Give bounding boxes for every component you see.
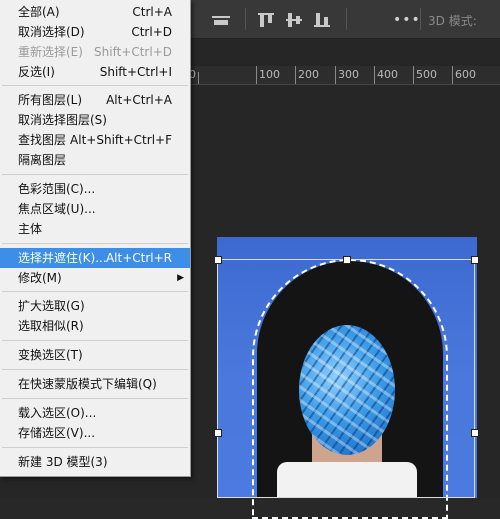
transform-handle[interactable] (214, 429, 222, 437)
transform-handle[interactable] (214, 256, 222, 264)
menu-item-transform-selection[interactable]: 变换选区(T) (0, 345, 190, 365)
menu-item-label: 全部(A) (18, 5, 60, 19)
menu-item-label: 焦点区域(U)... (18, 202, 96, 216)
menu-item-label: 扩大选取(G) (18, 299, 85, 313)
ruler-label: 300 (338, 68, 359, 81)
menu-item-label: 查找图层 (18, 133, 67, 147)
menu-item-all-layers[interactable]: 所有图层(L) Alt+Ctrl+A (0, 90, 190, 110)
menu-separator (2, 243, 188, 244)
menu-item-shortcut: Alt+Ctrl+R (105, 251, 172, 265)
ruler-tick (413, 66, 414, 84)
menu-item-shortcut: Alt+Ctrl+A (106, 93, 172, 107)
menu-item-label: 修改(M) (18, 271, 62, 285)
menu-item-deselect-layers[interactable]: 取消选择图层(S) (0, 110, 190, 130)
menu-item-label: 取消选择(D) (18, 25, 85, 39)
menu-item-select-and-mask[interactable]: 选择并遮住(K)... Alt+Ctrl+R (0, 248, 190, 268)
ruler-label: 200 (298, 68, 319, 81)
menu-item-focus-area[interactable]: 焦点区域(U)... (0, 199, 190, 219)
transform-handle[interactable] (471, 429, 479, 437)
menu-item-grow[interactable]: 扩大选取(G) (0, 296, 190, 316)
toolbar-separator (346, 8, 347, 30)
menu-item-shortcut: Shift+Ctrl+D (94, 45, 172, 59)
ruler-tick (295, 66, 296, 84)
toolbar-separator (245, 8, 246, 30)
menu-item-label: 取消选择图层(S) (18, 113, 107, 127)
menu-item-new-3d-model[interactable]: 新建 3D 模型(3) (0, 452, 190, 472)
menu-item-label: 选取相似(R) (18, 319, 84, 333)
menu-separator (2, 85, 188, 86)
menu-item-shortcut: Alt+Shift+Ctrl+F (70, 133, 172, 147)
transform-handle[interactable] (471, 256, 479, 264)
menu-item-label: 在快速蒙版模式下编辑(Q) (18, 377, 157, 391)
menu-item-shortcut: Ctrl+A (132, 5, 172, 19)
ruler-label: 600 (455, 68, 476, 81)
menu-item-find-layers[interactable]: 查找图层 Alt+Shift+Ctrl+F (0, 130, 190, 150)
ruler-tick (452, 66, 453, 84)
transform-box[interactable] (217, 259, 475, 498)
menu-separator (2, 174, 188, 175)
menu-item-save-selection[interactable]: 存储选区(V)... (0, 423, 190, 443)
menu-item-label: 变换选区(T) (18, 348, 83, 362)
ruler-label: 100 (259, 68, 280, 81)
menu-item-deselect[interactable]: 取消选择(D) Ctrl+D (0, 22, 190, 42)
menu-item-label: 色彩范围(C)... (18, 182, 96, 196)
ruler-tick (256, 66, 257, 84)
menu-item-load-selection[interactable]: 载入选区(O)... (0, 403, 190, 423)
ruler-tick (335, 66, 336, 84)
menu-separator (2, 369, 188, 370)
menu-item-shortcut: Shift+Ctrl+I (99, 65, 172, 79)
menu-item-label: 载入选区(O)... (18, 406, 97, 420)
menu-item-reselect: 重新选择(E) Shift+Ctrl+D (0, 42, 190, 62)
menu-separator (2, 291, 188, 292)
ruler-label: 400 (377, 68, 398, 81)
menu-item-similar[interactable]: 选取相似(R) (0, 316, 190, 336)
horizontal-ruler[interactable]: 0 100 200 300 400 500 600 (188, 66, 500, 85)
menu-item-subject[interactable]: 主体 (0, 219, 190, 239)
transform-handle[interactable] (343, 256, 351, 264)
menu-item-color-range[interactable]: 色彩范围(C)... (0, 179, 190, 199)
menu-item-label: 隔离图层 (18, 153, 67, 167)
menu-item-label: 重新选择(E) (18, 45, 83, 59)
menu-item-quick-mask[interactable]: 在快速蒙版模式下编辑(Q) (0, 374, 190, 394)
menu-item-inverse[interactable]: 反选(I) Shift+Ctrl+I (0, 62, 190, 82)
menu-separator (2, 340, 188, 341)
menu-item-label: 所有图层(L) (18, 93, 83, 107)
ruler-label: 500 (416, 68, 437, 81)
ruler-tick (374, 66, 375, 84)
menu-item-label: 主体 (18, 222, 43, 236)
menu-item-isolate-layers[interactable]: 隔离图层 (0, 150, 190, 170)
menu-item-label: 新建 3D 模型(3) (18, 455, 108, 469)
menu-separator (2, 447, 188, 448)
toolbar-separator (420, 8, 421, 30)
select-menu: 全部(A) Ctrl+A 取消选择(D) Ctrl+D 重新选择(E) Shif… (0, 0, 191, 477)
mode-3d-label: 3D 模式: (428, 14, 477, 28)
menu-item-select-all[interactable]: 全部(A) Ctrl+A (0, 2, 190, 22)
menu-item-label: 反选(I) (18, 65, 55, 79)
more-options-icon[interactable]: ••• (393, 12, 421, 28)
submenu-arrow-icon: ▶ (177, 273, 184, 283)
menu-item-label: 选择并遮住(K)... (18, 251, 107, 265)
menu-item-label: 存储选区(V)... (18, 426, 96, 440)
menu-item-shortcut: Ctrl+D (131, 25, 172, 39)
menu-separator (2, 398, 188, 399)
menu-item-modify[interactable]: 修改(M) ▶ (0, 268, 190, 288)
ruler-tick (198, 72, 199, 84)
